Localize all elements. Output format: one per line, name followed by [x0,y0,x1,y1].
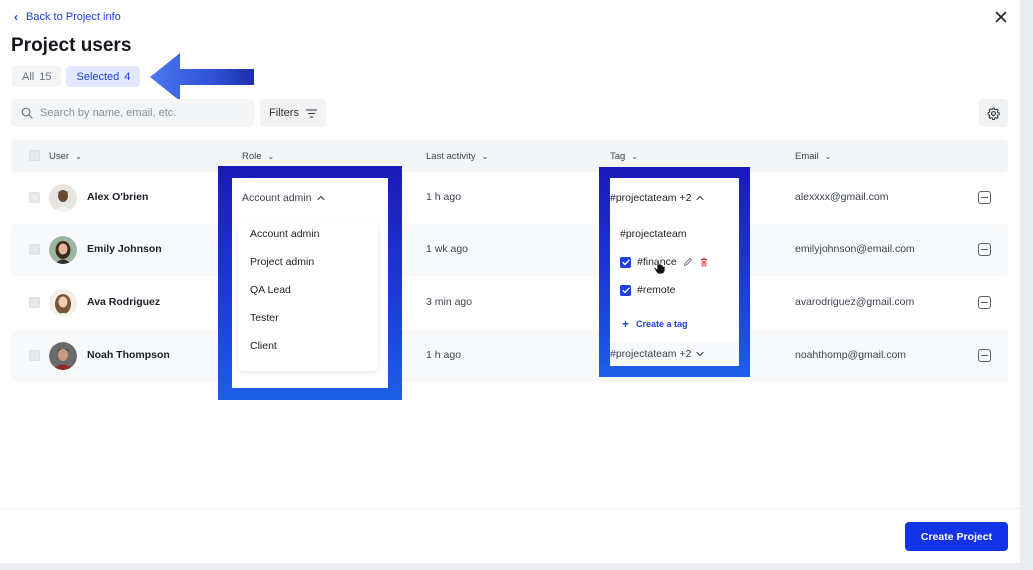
chevron-up-icon [317,195,326,201]
column-user-label: User [49,150,70,162]
hand-cursor-icon [653,259,666,275]
create-project-button[interactable]: Create Project [905,522,1008,551]
back-link-label: Back to Project info [26,11,121,23]
column-tag-label: Tag [610,150,626,162]
arrow-left-icon [150,53,254,101]
page-title: Project users [11,35,132,56]
column-role-label: Role [242,150,262,162]
role-dropdown: Account admin Account admin Project admi… [232,178,388,388]
row-checkbox[interactable] [29,350,40,361]
tab-selected[interactable]: Selected 4 [66,66,141,87]
tab-selected-count: 4 [124,70,131,83]
search-icon [21,107,33,119]
table-row[interactable]: Emily Johnson 1 wk ago emilyjohnson@emai… [11,224,1008,276]
select-all-checkbox[interactable] [29,150,40,161]
create-tag-button[interactable]: + Create a tag [622,317,688,331]
user-name: Ava Rodriguez [87,296,161,308]
table-settings-button[interactable] [979,99,1008,127]
chevron-down-icon: ⌄ [631,151,639,161]
user-name: Alex O'brien [87,191,149,203]
tag-option-projectateam[interactable]: #projectateam [620,228,687,240]
project-users-page: ‹ Back to Project info Project users All… [0,0,1020,563]
role-option-project-admin[interactable]: Project admin [250,256,314,268]
search-box [11,99,254,127]
role-select[interactable]: Account admin [242,192,326,204]
user-email: noahthomp@gmail.com [795,349,907,361]
tag-option-label: #projectateam [620,228,687,240]
tag-option-remote[interactable]: #remote [620,284,676,296]
tag-selected-value: #projectateam +2 [610,192,692,204]
role-option-tester[interactable]: Tester [250,312,279,324]
filters-button[interactable]: Filters [260,99,326,127]
column-header-email[interactable]: Email ⌄ [795,140,831,172]
tag-cell-row-4: #projectateam +2 [610,342,739,366]
trash-icon[interactable] [699,257,709,267]
last-activity: 1 h ago [426,349,462,361]
tag-dropdown: #projectateam +2 #projectateam #finance [610,178,739,366]
tag-select[interactable]: #projectateam +2 [610,192,705,204]
column-header-user[interactable]: User ⌄ [49,140,82,172]
tag-select[interactable]: #projectateam +2 [610,348,705,360]
chevron-down-icon: ⌄ [267,151,275,161]
last-activity: 1 wk ago [426,243,469,255]
tab-all-label: All [22,70,35,83]
remove-user-button[interactable] [978,349,991,362]
role-selected-value: Account admin [242,192,312,204]
tag-value: #projectateam +2 [610,348,692,360]
column-last-activity-label: Last activity [426,150,476,162]
back-link[interactable]: ‹ Back to Project info [14,10,121,24]
user-name: Emily Johnson [87,243,162,255]
filters-label: Filters [269,107,299,119]
tab-selected-label: Selected [76,70,120,83]
role-menu: Account admin Project admin QA Lead Test… [238,218,378,371]
role-option-account-admin[interactable]: Account admin [250,228,319,240]
chevron-up-icon [696,195,705,201]
checkbox-checked-icon[interactable] [620,284,631,296]
last-activity: 1 h ago [426,191,462,203]
close-icon[interactable] [992,8,1010,26]
role-option-qa-lead[interactable]: QA Lead [250,284,291,296]
table-row[interactable]: Noah Thompson 1 h ago noahthomp@gmail.co… [11,330,1008,382]
row-checkbox[interactable] [29,297,40,308]
tag-option-label: #remote [637,284,676,296]
row-checkbox[interactable] [29,192,40,203]
plus-icon: + [622,317,630,331]
gear-icon [987,107,1000,120]
table-row[interactable]: Ava Rodriguez 3 min ago avarodriguez@gma… [11,277,1008,329]
role-option-client[interactable]: Client [250,340,277,352]
search-input[interactable] [40,107,240,119]
column-header-last-activity[interactable]: Last activity ⌄ [426,140,488,172]
create-tag-label: Create a tag [636,319,688,329]
user-name: Noah Thompson [87,349,170,361]
table-header: User ⌄ Role ⌄ Last activity ⌄ Tag ⌄ Emai… [11,140,1008,172]
remove-user-button[interactable] [978,243,991,256]
footer-divider [0,508,1020,509]
avatar [49,236,77,264]
avatar [49,289,77,317]
tab-all[interactable]: All 15 [12,66,62,87]
filter-tabs: All 15 Selected 4 [12,66,141,87]
chevron-left-icon: ‹ [14,10,18,24]
user-email: alexxxx@gmail.com [795,191,889,203]
chevron-down-icon: ⌄ [75,151,82,161]
chevron-down-icon [696,351,705,357]
avatar [49,184,77,212]
column-email-label: Email [795,150,819,162]
pencil-icon[interactable] [683,257,693,267]
avatar [49,342,77,370]
checkbox-checked-icon[interactable] [620,256,631,268]
chevron-down-icon: ⌄ [824,151,832,161]
user-email: emilyjohnson@email.com [795,243,915,255]
remove-user-button[interactable] [978,296,991,309]
chevron-down-icon: ⌄ [481,151,489,161]
last-activity: 3 min ago [426,296,473,308]
tab-all-count: 15 [39,70,52,83]
tag-option-finance[interactable]: #finance [620,256,709,275]
filter-lines-icon [305,108,317,118]
row-checkbox[interactable] [29,244,40,255]
remove-user-button[interactable] [978,191,991,204]
user-email: avarodriguez@gmail.com [795,296,915,308]
table-row[interactable]: Alex O'brien 1 h ago alexxxx@gmail.com [11,172,1008,224]
